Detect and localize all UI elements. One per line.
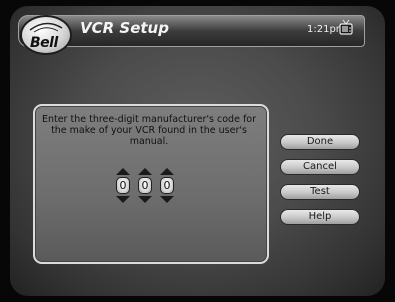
bell-logo-icon: Bell xyxy=(20,15,72,55)
help-button[interactable]: Help xyxy=(280,209,360,225)
logo-text: Bell xyxy=(30,35,58,51)
instructions-text: Enter the three-digit manufacturer's cod… xyxy=(41,114,257,147)
arrow-down-icon[interactable] xyxy=(160,196,174,203)
page-title: VCR Setup xyxy=(80,19,169,37)
digit-spinner-2: 0 xyxy=(138,168,152,203)
arrow-up-icon[interactable] xyxy=(116,168,130,175)
cancel-button[interactable]: Cancel xyxy=(280,159,360,175)
digit-spinner-1: 0 xyxy=(116,168,130,203)
digit-field-3[interactable]: 0 xyxy=(160,177,174,194)
digit-field-1[interactable]: 0 xyxy=(116,177,130,194)
digit-spinner-3: 0 xyxy=(160,168,174,203)
test-button[interactable]: Test xyxy=(280,184,360,200)
arrow-up-icon[interactable] xyxy=(160,168,174,175)
done-button[interactable]: Done xyxy=(280,134,360,150)
arrow-up-icon[interactable] xyxy=(138,168,152,175)
tv-icon xyxy=(339,19,353,35)
digit-field-2[interactable]: 0 xyxy=(138,177,152,194)
arrow-down-icon[interactable] xyxy=(116,196,130,203)
arrow-down-icon[interactable] xyxy=(138,196,152,203)
bell-logo-swoosh xyxy=(29,22,63,33)
